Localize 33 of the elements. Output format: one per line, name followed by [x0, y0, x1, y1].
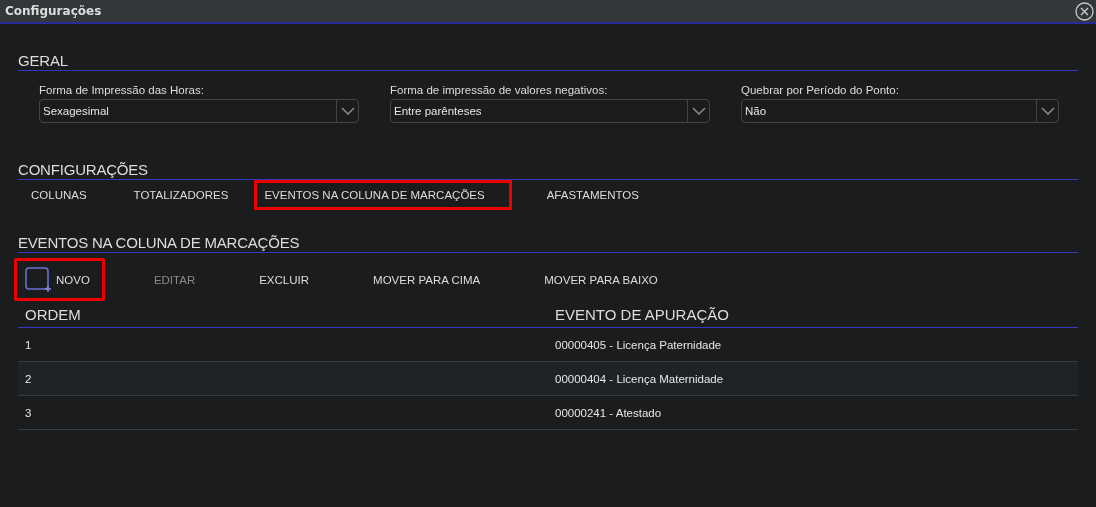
toolbar-button[interactable]: NOVO [14, 258, 105, 301]
tab[interactable]: EVENTOS NA COLUNA DE MARCAÇÕES [254, 180, 512, 210]
select-field[interactable]: Não [741, 99, 1059, 123]
table-row[interactable]: 2 00000404 - Licença Maternidade [18, 362, 1078, 396]
window-title: Configurações [5, 4, 102, 18]
column-header: ORDEM [24, 305, 82, 323]
toolbar-button[interactable]: EXCLUIR [248, 258, 325, 301]
toolbar-button[interactable]: MOVER PARA CIMA [362, 258, 496, 301]
field-label: Forma de impressão de valores negativos: [390, 84, 609, 96]
section-title: GERAL [18, 52, 1078, 71]
table-row[interactable]: 3 00000241 - Atestado [18, 396, 1078, 430]
table-cell-text: 3 [24, 406, 33, 419]
add-icon [25, 267, 52, 292]
close-icon[interactable] [1075, 1, 1094, 21]
chevron-icon [340, 107, 355, 115]
section-title: EVENTOS NA COLUNA DE MARCAÇÕES [18, 234, 1078, 253]
table-cell-text: 2 [24, 372, 33, 385]
field-label: Quebrar por Período do Ponto: [741, 84, 900, 96]
table-cell: 00000405 - Licença Paternidade [555, 338, 722, 351]
chevron-icon [691, 107, 706, 115]
field-label: Forma de Impressão das Horas: [39, 84, 205, 96]
table-cell: 00000404 - Licença Maternidade [555, 372, 724, 385]
table-cell-text: 1 [24, 338, 33, 351]
tab[interactable]: COLUNAS [20, 180, 99, 210]
select-field[interactable]: Entre parênteses [390, 99, 710, 123]
chevron-icon [1040, 107, 1055, 115]
toolbar-button[interactable]: MOVER PARA BAIXO [533, 258, 673, 301]
select-field[interactable]: Sexagesimal [39, 99, 359, 123]
tab[interactable]: AFASTAMENTOS [535, 180, 651, 210]
section-title: CONFIGURAÇÕES [18, 161, 1078, 180]
column-header: EVENTO DE APURAÇÃO [555, 305, 729, 323]
table-cell: 00000241 - Atestado [555, 406, 662, 419]
tab[interactable]: TOTALIZADORES [122, 180, 241, 210]
